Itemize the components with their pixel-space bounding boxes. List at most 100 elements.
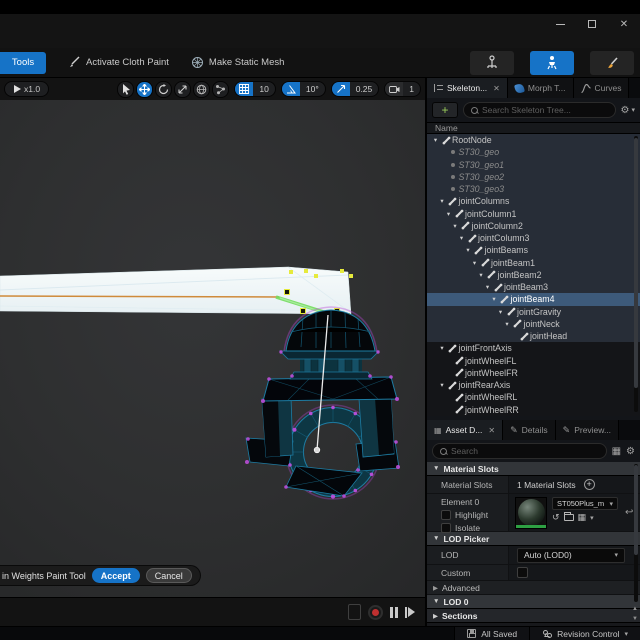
expand-arrow-icon[interactable]: ▾ xyxy=(438,197,447,205)
select-tool-button[interactable] xyxy=(117,80,135,98)
expand-arrow-icon[interactable]: ▾ xyxy=(483,283,492,291)
tab-asset-details[interactable]: ▦ Asset D... ✕ xyxy=(427,420,504,440)
expand-arrow-icon[interactable]: ▾ xyxy=(438,381,447,389)
advanced-expander[interactable]: ▶ Advanced xyxy=(427,581,640,595)
record-button[interactable] xyxy=(368,604,383,620)
tab-curves[interactable]: Curves xyxy=(573,78,630,98)
tree-row[interactable]: ▾ jointColumn2 xyxy=(427,219,640,232)
cancel-button[interactable]: Cancel xyxy=(145,568,192,583)
scroll-arrows[interactable]: ▲ ▼ xyxy=(631,606,639,622)
tree-row[interactable]: ST30_geo1 xyxy=(427,158,640,171)
tree-settings-button[interactable]: ⚙ ▾ xyxy=(621,105,635,116)
coordinate-space-button[interactable] xyxy=(193,80,211,98)
hierarchy-snap-button[interactable] xyxy=(212,80,230,98)
tree-row[interactable]: ▾ RootNode xyxy=(427,134,640,147)
tree-row[interactable]: ▾ jointBeam2 xyxy=(427,268,640,281)
accept-button[interactable]: Accept xyxy=(91,568,140,583)
maximize-button[interactable] xyxy=(586,18,598,30)
expand-arrow-icon[interactable]: ▾ xyxy=(444,210,453,218)
expand-arrow-icon[interactable]: ▾ xyxy=(431,136,440,144)
tree-row[interactable]: ▾ jointBeam1 xyxy=(427,256,640,269)
playback-speed-button[interactable]: x1.0 xyxy=(4,81,50,97)
save-status-button[interactable]: All Saved xyxy=(454,627,530,640)
tree-row[interactable]: jointWheelFR xyxy=(427,367,640,379)
tree-row[interactable]: ▾ jointRearAxis xyxy=(427,379,640,391)
activate-cloth-paint-button[interactable]: Activate Cloth Paint xyxy=(68,56,169,69)
tree-row[interactable]: ST30_geo xyxy=(427,146,640,159)
tree-row[interactable]: ▾ jointBeam4 xyxy=(427,293,640,306)
minimize-button[interactable] xyxy=(554,18,566,30)
revision-control-button[interactable]: Revision Control ▾ xyxy=(529,627,640,640)
add-material-slot-button[interactable]: + xyxy=(583,479,595,490)
details-search-input[interactable]: Search xyxy=(432,443,607,459)
grid-snap-icon xyxy=(235,82,254,96)
details-settings-icon[interactable]: ⚙ xyxy=(626,446,635,457)
camera-speed-control[interactable]: 1 xyxy=(384,81,421,97)
animation-asset-button[interactable] xyxy=(590,50,634,75)
tab-skeleton-tree[interactable]: Skeleton... ✕ xyxy=(427,78,508,98)
add-bone-button[interactable]: + xyxy=(432,102,458,118)
isolate-checkbox[interactable] xyxy=(441,523,451,533)
tab-close-icon[interactable]: ✕ xyxy=(493,84,500,93)
skeletal-mesh-asset-button[interactable] xyxy=(530,50,574,75)
tree-row[interactable]: ▾ jointFrontAxis xyxy=(427,342,640,354)
tree-row[interactable]: ▾ jointBeams xyxy=(427,244,640,257)
tree-row[interactable]: ▾ jointColumn1 xyxy=(427,207,640,220)
make-static-mesh-button[interactable]: Make Static Mesh xyxy=(191,56,284,69)
tab-close-icon[interactable]: ✕ xyxy=(488,426,495,435)
expand-arrow-icon[interactable]: ▾ xyxy=(457,234,466,242)
details-scrollbar[interactable] xyxy=(634,464,638,602)
asset-picker-icon[interactable]: ▦ xyxy=(578,512,587,523)
tree-row[interactable]: jointWheelFL xyxy=(427,355,640,367)
scale-snap-control[interactable]: 0.25 xyxy=(330,81,380,97)
step-forward-button[interactable] xyxy=(405,606,415,618)
translate-tool-button[interactable] xyxy=(136,80,154,98)
highlight-checkbox[interactable] xyxy=(441,510,451,520)
expand-arrow-icon[interactable]: ▾ xyxy=(490,295,499,303)
tree-row[interactable]: ▾ jointBeam3 xyxy=(427,281,640,294)
tree-row[interactable]: ST30_geo3 xyxy=(427,183,640,196)
expand-arrow-icon[interactable]: ▾ xyxy=(438,344,447,352)
grid-snap-control[interactable]: 10 xyxy=(234,81,276,97)
rotate-tool-button[interactable] xyxy=(155,80,173,98)
sections-header[interactable]: ▶ Sections xyxy=(427,609,640,623)
tree-row[interactable]: jointHead xyxy=(427,330,640,343)
expand-arrow-icon[interactable]: ▾ xyxy=(477,271,486,279)
tab-morph-targets[interactable]: Morph T... xyxy=(507,78,574,98)
pause-button[interactable] xyxy=(390,606,398,618)
material-thumbnail[interactable] xyxy=(515,497,547,529)
skeleton-asset-button[interactable] xyxy=(470,50,514,75)
chevron-down-icon[interactable]: ▾ xyxy=(590,514,594,522)
lod0-header[interactable]: ▼ LOD 0 xyxy=(427,595,640,609)
material-select-dropdown[interactable]: ST050Plus_m ▾ xyxy=(552,497,618,510)
tab-details[interactable]: ✎ Details xyxy=(503,420,556,440)
expand-arrow-icon[interactable]: ▾ xyxy=(451,222,460,230)
reset-to-default-icon[interactable]: ↩ xyxy=(625,507,633,518)
tree-row[interactable]: ▾ jointColumn3 xyxy=(427,232,640,245)
lod-picker-header[interactable]: ▼ LOD Picker xyxy=(427,532,640,546)
expand-arrow-icon[interactable]: ▾ xyxy=(503,320,512,328)
rotation-snap-control[interactable]: 10° xyxy=(280,81,326,97)
tree-row[interactable]: ▾ jointNeck xyxy=(427,317,640,330)
use-selected-asset-icon[interactable]: ↺ xyxy=(552,512,560,523)
expand-arrow-icon[interactable]: ▾ xyxy=(464,246,473,254)
scale-tool-button[interactable] xyxy=(174,80,192,98)
custom-checkbox[interactable] xyxy=(517,567,528,578)
tree-row[interactable]: jointWheelRL xyxy=(427,391,640,403)
display-options-icon[interactable]: ▦ xyxy=(612,446,621,457)
tree-row[interactable]: ▾ jointGravity xyxy=(427,305,640,318)
close-button[interactable]: ✕ xyxy=(618,18,630,30)
tab-preview-scene[interactable]: ✎ Preview... xyxy=(555,420,620,440)
expand-arrow-icon[interactable]: ▾ xyxy=(496,308,505,316)
expand-arrow-icon[interactable]: ▾ xyxy=(470,259,479,267)
tools-button[interactable]: Tools xyxy=(0,51,46,74)
tree-scrollbar[interactable] xyxy=(634,136,638,412)
tree-row[interactable]: jointWheelRR xyxy=(427,404,640,416)
lod-dropdown[interactable]: Auto (LOD0) ▾ xyxy=(517,547,625,563)
viewport-3d-scene[interactable] xyxy=(0,100,425,597)
material-slots-header[interactable]: ▼ Material Slots xyxy=(427,462,640,476)
tree-row[interactable]: ST30_geo2 xyxy=(427,170,640,183)
tree-row[interactable]: ▾ jointColumns xyxy=(427,195,640,208)
skeleton-tree-search-input[interactable]: Search Skeleton Tree... xyxy=(463,102,616,118)
browse-to-asset-icon[interactable] xyxy=(563,512,574,521)
